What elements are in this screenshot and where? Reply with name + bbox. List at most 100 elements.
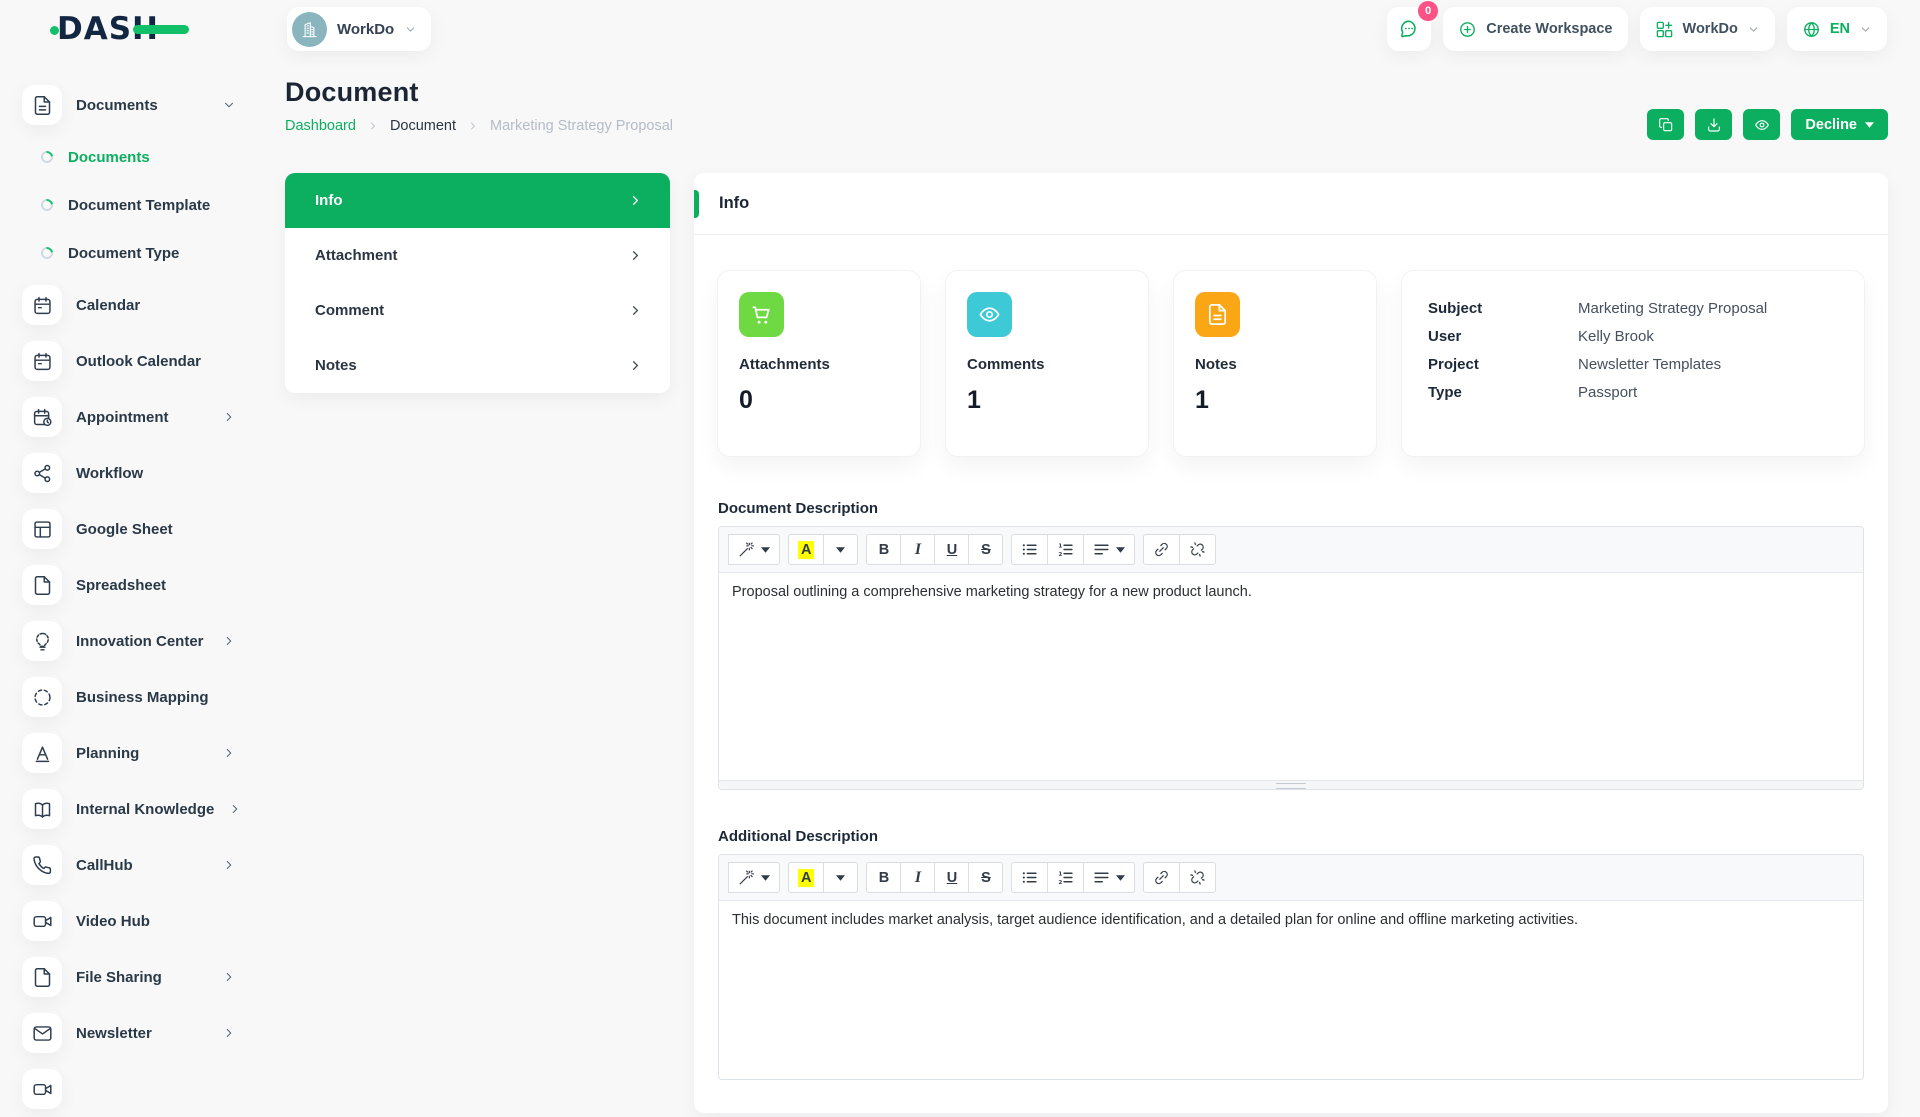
underline-button[interactable]: U [934,534,970,565]
chevron-down-icon [1859,23,1872,36]
decline-dropdown-button[interactable]: Decline [1791,109,1888,140]
italic-button[interactable]: I [900,862,936,893]
unlink-button[interactable] [1179,534,1217,565]
globe-icon [1802,20,1821,39]
sidebar-item-business-mapping[interactable]: Business Mapping [22,669,236,725]
sidebar-item-planning[interactable]: Planning [22,725,236,781]
tab-info[interactable]: Info [285,173,670,228]
chat-icon [1398,18,1420,40]
tab-attachment[interactable]: Attachment [285,228,670,283]
detail-user: User Kelly Brook [1428,328,1654,345]
bold-button[interactable]: B [866,534,902,565]
language-label: EN [1829,21,1850,37]
breadcrumb-dashboard-link[interactable]: Dashboard [285,118,356,134]
sidebar-item-video-hub[interactable]: Video Hub [22,893,236,949]
editor-content[interactable]: This document includes market analysis, … [719,901,1863,1079]
bullet-ring-icon [38,196,56,214]
copy-button[interactable] [1647,109,1685,140]
link-icon [1153,869,1170,886]
strikethrough-button[interactable]: S [968,534,1004,565]
sidebar-item-appointment[interactable]: Appointment [22,389,236,445]
ordered-list-button[interactable] [1047,534,1085,565]
download-icon [1706,117,1722,133]
link-button[interactable] [1143,862,1181,893]
caret-down-icon [1865,122,1874,128]
app-logo[interactable]: DASH [50,11,189,47]
font-color-caret-button[interactable] [823,534,859,565]
sidebar-item-documents[interactable]: Documents [22,77,236,133]
app-logo-text: DASH [50,11,189,47]
italic-button[interactable]: I [900,534,936,565]
link-button[interactable] [1143,534,1181,565]
cart-icon [739,292,784,337]
paragraph-button[interactable] [1083,862,1136,893]
chevron-right-icon [628,248,643,263]
preview-button[interactable] [1743,109,1781,140]
stat-value: 0 [739,386,753,414]
chevron-right-icon [222,970,236,984]
sidebar-subitem-document-template[interactable]: Document Template [22,181,236,229]
info-panel: Info Attachments 0 Comments 1 Notes 1 Su… [694,173,1888,1113]
sidebar-item-outlook-calendar[interactable]: Outlook Calendar [22,333,236,389]
sidebar-item-innovation-center[interactable]: Innovation Center [22,613,236,669]
sidebar-item-callhub[interactable]: CallHub [22,837,236,893]
table-icon [22,509,62,549]
bullet-ring-icon [38,148,56,166]
unordered-list-button[interactable] [1011,862,1049,893]
tab-notes[interactable]: Notes [285,338,670,393]
file-icon [22,565,62,605]
additional-description-section: Additional Description A B I U S This do… [718,828,1864,1080]
tab-comment[interactable]: Comment [285,283,670,338]
editor-content[interactable]: Proposal outlining a comprehensive marke… [719,573,1863,780]
paragraph-icon [1093,541,1110,558]
create-workspace-button[interactable]: Create Workspace [1443,7,1628,51]
underline-button[interactable]: U [934,862,970,893]
eye-icon [1754,117,1770,133]
workspace-selector[interactable]: WorkDo [287,7,432,51]
plus-circle-icon [1458,20,1477,39]
editor-label: Additional Description [718,828,879,845]
unordered-list-button[interactable] [1011,534,1049,565]
workspace-switcher-button[interactable]: WorkDo [1639,7,1775,51]
style-dropdown-button[interactable] [728,534,780,565]
font-color-button[interactable]: A [788,534,825,565]
list-ol-icon [1057,869,1074,886]
bold-button[interactable]: B [866,862,902,893]
sidebar-subitem-documents[interactable]: Documents [22,133,236,181]
chevron-right-icon [228,802,242,816]
sidebar-item-google-sheet[interactable]: Google Sheet [22,501,236,557]
style-dropdown-button[interactable] [728,862,780,893]
paragraph-button[interactable] [1083,534,1136,565]
font-color-button[interactable]: A [788,862,825,893]
unlink-button[interactable] [1179,862,1217,893]
chevron-down-icon [404,23,417,36]
breadcrumb-document[interactable]: Document [390,118,456,134]
list-ul-icon [1021,541,1038,558]
sidebar-item-newsletter[interactable]: Newsletter [22,1005,236,1061]
ordered-list-button[interactable] [1047,862,1085,893]
download-button[interactable] [1695,109,1733,140]
messenger-button[interactable]: 0 [1387,1,1439,51]
sidebar-item-partial[interactable] [22,1061,236,1117]
chevron-right-icon [628,303,643,318]
font-color-caret-button[interactable] [823,862,859,893]
page-actions: Decline [1647,109,1888,140]
caret-down-icon [761,875,770,881]
editor-resize-handle[interactable] [719,780,1863,789]
strikethrough-button[interactable]: S [968,862,1004,893]
sidebar-item-file-sharing[interactable]: File Sharing [22,949,236,1005]
lightbulb-icon [22,621,62,661]
sidebar-item-spreadsheet[interactable]: Spreadsheet [22,557,236,613]
create-workspace-label: Create Workspace [1486,21,1613,37]
sidebar-item-internal-knowledge[interactable]: Internal Knowledge [22,781,236,837]
eye-icon [967,292,1012,337]
language-selector[interactable]: EN [1786,7,1887,51]
magic-wand-icon [738,541,755,558]
sidebar-subitem-document-type[interactable]: Document Type [22,229,236,277]
sidebar-item-workflow[interactable]: Workflow [22,445,236,501]
sidebar-item-calendar[interactable]: Calendar [22,277,236,333]
document-tabs: Info Attachment Comment Notes [285,173,670,393]
chevron-down-icon [222,98,236,112]
chevron-right-icon [222,1026,236,1040]
editor-toolbar: A B I U S [719,855,1863,901]
